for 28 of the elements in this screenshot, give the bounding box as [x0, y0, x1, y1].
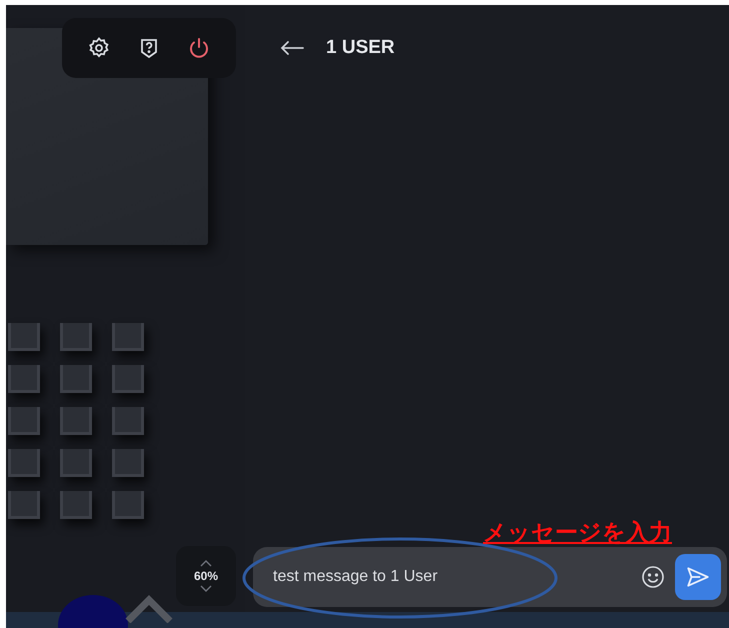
seat-drawing	[112, 407, 144, 435]
seat-drawing	[112, 491, 144, 519]
settings-icon[interactable]	[87, 36, 111, 60]
seat-drawing	[8, 365, 40, 393]
seat-drawing	[8, 407, 40, 435]
seat-drawing	[8, 323, 40, 351]
seat-drawing	[8, 449, 40, 477]
seat-drawing	[60, 449, 92, 477]
seat-drawing	[112, 449, 144, 477]
chevron-up-icon[interactable]	[200, 560, 212, 567]
message-composer[interactable]: test message to 1 User	[253, 547, 727, 607]
seat-drawing	[60, 407, 92, 435]
caret-icon	[124, 593, 174, 623]
seat-drawing	[112, 365, 144, 393]
seat-drawing	[60, 365, 92, 393]
seat-drawing	[60, 491, 92, 519]
back-arrow-icon[interactable]	[280, 40, 304, 56]
annotation-label: メッセージを入力	[483, 520, 672, 546]
message-field[interactable]: test message to 1 User	[273, 564, 631, 590]
chevron-down-icon[interactable]	[200, 585, 212, 592]
send-button[interactable]	[675, 554, 721, 600]
seat-drawing	[112, 323, 144, 351]
zoom-level: 60%	[194, 569, 218, 583]
seat-drawing	[8, 491, 40, 519]
chat-title: 1 USER	[326, 37, 395, 59]
power-icon[interactable]	[187, 36, 211, 60]
seat-drawing	[60, 323, 92, 351]
smiley-icon[interactable]	[641, 565, 665, 589]
